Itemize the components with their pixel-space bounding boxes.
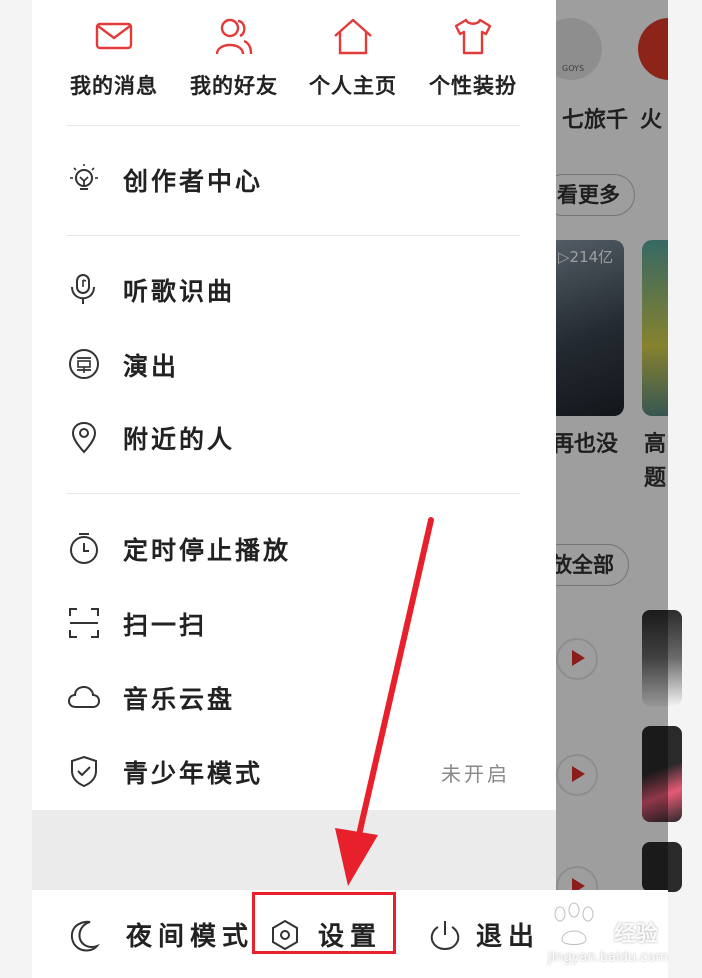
menu-item-sleep-timer[interactable]: 定时停止播放 — [67, 521, 520, 577]
moon-icon — [70, 920, 101, 952]
menu-label-sleep-timer: 定时停止播放 — [123, 536, 292, 565]
music-recognition-icon — [71, 274, 95, 304]
menu-item-music-cloud[interactable]: 音乐云盘 — [67, 670, 520, 726]
home-icon — [334, 18, 372, 55]
menu-label-music-cloud: 音乐云盘 — [123, 685, 236, 714]
menu-item-music-recognition[interactable]: 听歌识曲 — [67, 262, 520, 318]
paw-logo-icon — [554, 902, 594, 945]
menu-item-creator-center[interactable]: 创作者中心 — [67, 152, 520, 208]
night-mode-label: 夜间模式 — [126, 922, 255, 952]
friends-icon — [215, 18, 253, 55]
divider — [67, 493, 520, 494]
tshirt-icon — [454, 18, 492, 55]
divider — [67, 235, 520, 236]
watermark-brand: 经验 — [614, 922, 659, 947]
menu-item-shows[interactable]: 演出 — [67, 337, 520, 393]
menu-label-nearby-people: 附近的人 — [123, 425, 236, 454]
quick-action-label: 个人主页 — [309, 73, 397, 98]
menu-label-scan: 扫一扫 — [123, 611, 208, 640]
ticket-icon — [69, 349, 99, 379]
menu-item-teen-mode[interactable]: 青少年模式 未开启 — [67, 744, 520, 800]
quick-action-label: 我的好友 — [190, 73, 278, 98]
menu-label-creator-center: 创作者中心 — [123, 167, 264, 196]
menu-label-teen-mode: 青少年模式 — [123, 759, 264, 788]
menu-label-music-recognition: 听歌识曲 — [123, 277, 236, 306]
drawer-spacer — [32, 810, 556, 890]
power-icon — [430, 921, 460, 951]
quick-action-label: 我的消息 — [70, 73, 158, 98]
quick-action-dressup[interactable]: 个性装扮 — [413, 12, 533, 100]
logout-label: 退出 — [476, 922, 541, 952]
quick-action-label: 个性装扮 — [429, 73, 517, 98]
left-edge — [0, 0, 32, 978]
menu-item-scan[interactable]: 扫一扫 — [67, 596, 520, 652]
drawer-scrim-thumbs — [556, 0, 668, 978]
night-mode-button[interactable]: 夜间模式 — [68, 890, 248, 978]
quick-action-messages[interactable]: 我的消息 — [54, 12, 174, 100]
lightbulb-icon — [70, 164, 98, 190]
timer-icon — [70, 533, 98, 564]
quick-action-friends[interactable]: 我的好友 — [174, 12, 294, 100]
baidu-jingyan-watermark: 经验 jingyan.baidu.com — [540, 902, 690, 972]
cloud-icon — [67, 685, 101, 708]
quick-action-homepage[interactable]: 个人主页 — [293, 12, 413, 100]
watermark-url: jingyan.baidu.com — [548, 950, 668, 965]
settings-highlight-box — [252, 892, 396, 954]
side-drawer: 我的消息 我的好友 个人主页 个性装扮 创作者中心 听歌识曲 演出 附近的人 定… — [32, 0, 556, 978]
menu-item-nearby-people[interactable]: 附近的人 — [67, 410, 520, 466]
scan-icon — [69, 608, 99, 638]
location-pin-icon — [71, 421, 97, 454]
divider — [67, 125, 520, 126]
mail-icon — [95, 22, 133, 50]
teen-mode-status: 未开启 — [441, 762, 510, 786]
quick-actions-row: 我的消息 我的好友 个人主页 个性装扮 — [32, 12, 556, 104]
right-edge — [668, 0, 702, 978]
shield-check-icon — [71, 755, 97, 788]
menu-label-shows: 演出 — [123, 352, 180, 381]
